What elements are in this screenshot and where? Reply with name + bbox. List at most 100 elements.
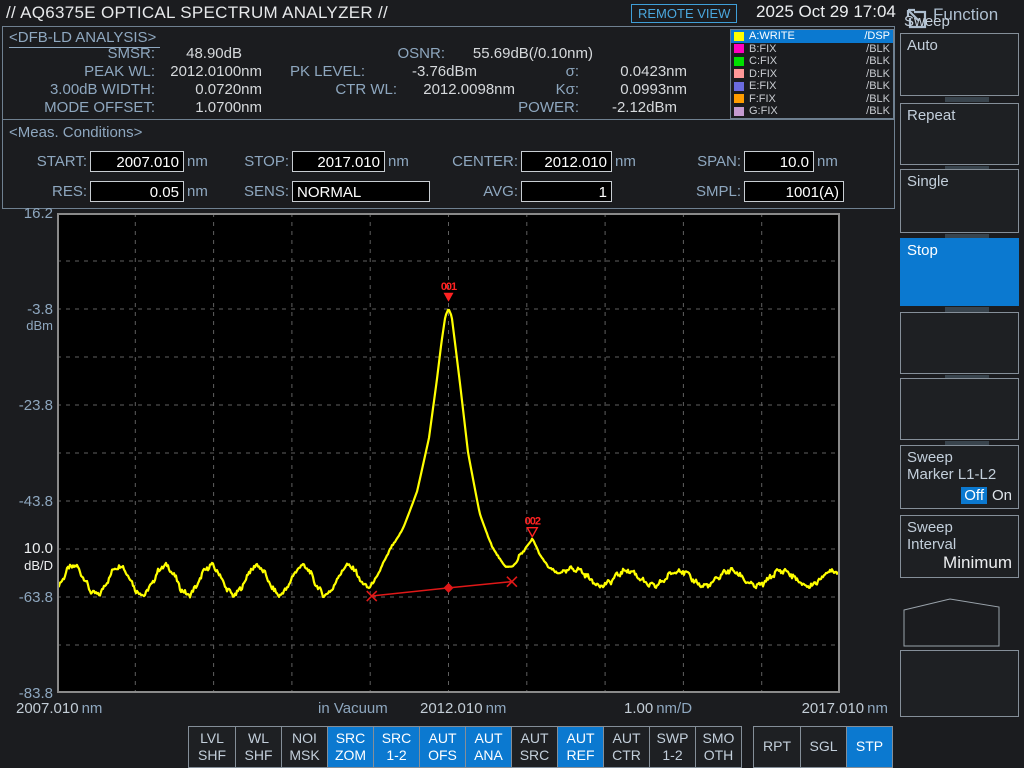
softkey-aut-ctr[interactable]: AUT CTR xyxy=(603,727,649,767)
button-line: OTH xyxy=(703,747,734,763)
button-line: AUT xyxy=(566,729,595,746)
stop-label: STOP: xyxy=(244,153,289,170)
softkey-noi-msk[interactable]: NOI MSK xyxy=(281,727,327,767)
analysis-label-0: SMSR: xyxy=(107,45,155,62)
button-line: NOI xyxy=(292,729,317,746)
button-line: SGL xyxy=(809,738,838,755)
stop-unit: nm xyxy=(388,153,409,170)
button-line: Interval xyxy=(907,536,957,553)
softkey-toolbar: LVL SHF WL SHF NOI MSK SRC ZOM SRC 1-2 AUT OFS AUT AN… xyxy=(188,726,742,768)
trace-color-swatch xyxy=(734,69,744,78)
softkey-aut-ofs[interactable]: AUT OFS xyxy=(419,727,465,767)
trace-id-mode: C:FIX xyxy=(749,55,778,67)
trace-row-C[interactable]: C:FIX/BLK xyxy=(731,55,893,68)
button-line: MSK xyxy=(289,747,320,763)
softkey-lvl-shf[interactable]: LVL SHF xyxy=(189,727,235,767)
function-button-sweep-interval[interactable]: Sweep Interval Minimum xyxy=(900,515,1019,578)
sweep-marker-toggle[interactable]: Off On xyxy=(961,487,1012,504)
trace-row-B[interactable]: B:FIX/BLK xyxy=(731,43,893,56)
x-tick-start-value: 2007.010 xyxy=(16,700,79,717)
softkey-aut-ana[interactable]: AUT ANA xyxy=(465,727,511,767)
trace-row-D[interactable]: D:FIX/BLK xyxy=(731,68,893,81)
sweepkey-sgl[interactable]: SGL xyxy=(800,727,846,767)
res-field[interactable]: 0.05 xyxy=(90,181,184,202)
sweepkey-stp[interactable]: STP xyxy=(846,727,892,767)
softkey-smo-oth[interactable]: SMO OTH xyxy=(695,727,741,767)
softkey-aut-ref[interactable]: AUT REF xyxy=(557,727,603,767)
y-div-unit: dB/D xyxy=(24,558,53,573)
softkey-src-zom[interactable]: SRC ZOM xyxy=(327,727,373,767)
function-button-blank-4[interactable] xyxy=(900,312,1019,374)
function-menu: Function Auto Repeat Single Stop Sweep Marker… xyxy=(895,0,1024,768)
trace-row-G[interactable]: G:FIX/BLK xyxy=(731,105,893,118)
button-line: Sweep xyxy=(907,519,953,536)
center-unit: nm xyxy=(615,153,636,170)
sweepkey-rpt[interactable]: RPT xyxy=(754,727,800,767)
trace-id-mode: B:FIX xyxy=(749,42,777,55)
x-tick-start: 2007.010 nm xyxy=(16,700,102,717)
button-line: ANA xyxy=(474,747,503,763)
start-label: START: xyxy=(36,153,87,170)
analysis-value-1: 2012.0100nm xyxy=(170,63,262,80)
start-field[interactable]: 2007.010 xyxy=(90,151,184,172)
analysis-value-9: -2.12dBm xyxy=(611,99,677,116)
function-button-repeat[interactable]: Repeat xyxy=(900,103,1019,165)
avg-field[interactable]: 1 xyxy=(521,181,612,202)
trace-id-mode: A:WRITE xyxy=(749,30,795,42)
marker-002-label: 002 xyxy=(525,516,541,528)
span-field[interactable]: 10.0 xyxy=(744,151,814,172)
softkey-wl-shf[interactable]: WL SHF xyxy=(235,727,281,767)
analysis-label-1: PEAK WL: xyxy=(84,63,155,80)
button-line: 1-2 xyxy=(662,747,683,763)
button-line: SRC xyxy=(381,729,412,746)
button-line: SMO xyxy=(702,729,735,746)
x-scale: 1.00 nm/D xyxy=(624,700,692,717)
res-label: RES: xyxy=(51,183,87,200)
trace-legend: A:WRITE/DSP B:FIX/BLK C:FIX/BLK D:FIX/BLK E:… xyxy=(730,29,894,119)
trace-color-swatch xyxy=(734,56,744,66)
osa-screen: // AQ6375E OPTICAL SPECTRUM ANALYZER // … xyxy=(0,0,1024,768)
function-button-single[interactable]: Single xyxy=(900,169,1019,233)
toggle-option-off[interactable]: Off xyxy=(961,487,987,504)
center-field[interactable]: 2012.010 xyxy=(521,151,612,172)
trace-id-mode: F:FIX xyxy=(749,92,776,105)
x-tick-stop-unit: nm xyxy=(867,700,888,717)
button-line: AUT xyxy=(612,729,641,746)
marker-001-label: 001 xyxy=(441,281,457,293)
softkey-aut-src[interactable]: AUT SRC xyxy=(511,727,557,767)
y-tick--43.8: -43.8 xyxy=(18,493,53,510)
trace-id-mode: E:FIX xyxy=(749,80,777,92)
trace-status: /BLK xyxy=(866,55,890,67)
softkey-src-1-2[interactable]: SRC 1-2 xyxy=(373,727,419,767)
sweep-tab-label: Sweep xyxy=(904,13,950,30)
function-button-blank-5[interactable] xyxy=(900,378,1019,440)
trace-color-swatch xyxy=(734,106,744,116)
button-line: 1-2 xyxy=(386,747,407,763)
button-line: LVL xyxy=(200,729,224,746)
y-tick--3.8: -3.8 xyxy=(27,301,53,318)
datetime: 2025 Oct 29 17:04 xyxy=(756,2,896,21)
trace-id-mode: D:FIX xyxy=(749,67,778,80)
function-button-sweep-marker-l1-l2[interactable]: Sweep Marker L1-L2 Off On xyxy=(900,445,1019,509)
span-unit: nm xyxy=(817,153,838,170)
trace-row-A[interactable]: A:WRITE/DSP xyxy=(731,30,893,43)
function-button-auto[interactable]: Auto xyxy=(900,33,1019,96)
trace-row-E[interactable]: E:FIX/BLK xyxy=(731,80,893,93)
function-button-blank-bottom[interactable] xyxy=(900,650,1019,717)
y-unit-label: dBm xyxy=(26,318,53,333)
start-unit: nm xyxy=(187,153,208,170)
stop-field[interactable]: 2017.010 xyxy=(292,151,385,172)
center-label: CENTER: xyxy=(452,153,518,170)
medium-label: in Vacuum xyxy=(318,700,388,717)
softkey-swp-1-2[interactable]: SWP 1-2 xyxy=(649,727,695,767)
trace-status: /BLK xyxy=(866,92,890,105)
smpl-field[interactable]: 1001(A) xyxy=(744,181,844,202)
button-line: SHF xyxy=(244,747,273,763)
trace-row-F[interactable]: F:FIX/BLK xyxy=(731,93,893,106)
sens-field[interactable]: NORMAL xyxy=(292,181,430,202)
function-button-stop[interactable]: Stop xyxy=(900,238,1019,306)
meas-conditions-panel: <Meas. Conditions> START: 2007.010 nm STOP:… xyxy=(2,119,895,209)
toggle-option-on[interactable]: On xyxy=(992,487,1012,504)
button-line: SRC xyxy=(335,729,366,746)
button-line: OFS xyxy=(428,747,457,763)
